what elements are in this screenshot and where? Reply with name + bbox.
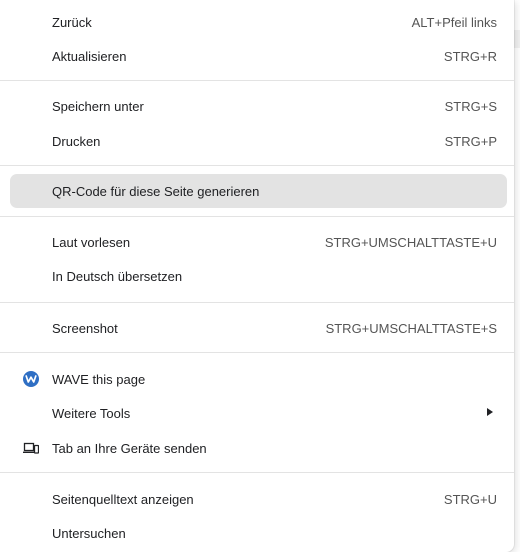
menu-item-back-label: Zurück — [52, 14, 92, 30]
menu-item-reload-shortcut: STRG+R — [443, 48, 497, 64]
context-menu: Zurück ALT+Pfeil links Aktualisieren STR… — [0, 0, 514, 552]
browser-context-menu-screen: Zurück ALT+Pfeil links Aktualisieren STR… — [0, 0, 520, 552]
menu-item-read-aloud-label: Laut vorlesen — [52, 234, 131, 250]
menu-item-view-source-shortcut: STRG+U — [443, 491, 497, 507]
menu-item-reload[interactable]: Aktualisieren STRG+R — [10, 39, 507, 73]
menu-item-back[interactable]: Zurück ALT+Pfeil links — [10, 5, 507, 39]
devices-icon — [23, 440, 40, 456]
menu-item-screenshot-shortcut: STRG+UMSCHALTTASTE+S — [325, 320, 497, 336]
menu-item-view-source-label: Seitenquelltext anzeigen — [52, 491, 194, 507]
menu-item-back-shortcut: ALT+Pfeil links — [411, 14, 497, 30]
menu-item-print-label: Drucken — [52, 133, 101, 149]
menu-separator — [0, 165, 514, 166]
menu-item-save-as[interactable]: Speichern unter STRG+S — [10, 89, 507, 123]
menu-item-read-aloud[interactable]: Laut vorlesen STRG+UMSCHALTTASTE+U — [10, 225, 507, 259]
menu-item-wave[interactable]: WAVE this page — [10, 362, 507, 396]
menu-item-inspect-label: Untersuchen — [52, 525, 126, 541]
menu-item-qr-code[interactable]: QR-Code für diese Seite generieren — [10, 174, 507, 208]
menu-item-save-as-shortcut: STRG+S — [444, 98, 497, 114]
wave-extension-icon — [23, 371, 39, 387]
menu-separator — [0, 302, 514, 303]
menu-item-qr-code-label: QR-Code für diese Seite generieren — [52, 183, 260, 199]
menu-item-more-tools[interactable]: Weitere Tools — [10, 396, 507, 430]
menu-item-read-aloud-shortcut: STRG+UMSCHALTTASTE+U — [324, 234, 497, 250]
menu-item-more-tools-label: Weitere Tools — [52, 405, 131, 421]
menu-item-reload-label: Aktualisieren — [52, 48, 127, 64]
menu-item-wave-label: WAVE this page — [52, 371, 146, 387]
menu-separator — [0, 216, 514, 217]
menu-item-translate[interactable]: In Deutsch übersetzen — [10, 259, 507, 293]
menu-item-print-shortcut: STRG+P — [444, 133, 497, 149]
menu-item-send-tab-label: Tab an Ihre Geräte senden — [52, 440, 207, 456]
menu-item-translate-label: In Deutsch übersetzen — [52, 268, 183, 284]
menu-separator — [0, 352, 514, 353]
menu-separator — [0, 472, 514, 473]
chevron-right-icon — [487, 408, 493, 416]
menu-item-view-source[interactable]: Seitenquelltext anzeigen STRG+U — [10, 482, 507, 516]
menu-item-screenshot-label: Screenshot — [52, 320, 118, 336]
menu-item-print[interactable]: Drucken STRG+P — [10, 124, 507, 158]
menu-item-screenshot[interactable]: Screenshot STRG+UMSCHALTTASTE+S — [10, 311, 507, 345]
menu-item-send-tab[interactable]: Tab an Ihre Geräte senden — [10, 431, 507, 465]
menu-separator — [0, 80, 514, 81]
menu-item-save-as-label: Speichern unter — [52, 98, 144, 114]
menu-item-inspect[interactable]: Untersuchen — [10, 516, 507, 550]
